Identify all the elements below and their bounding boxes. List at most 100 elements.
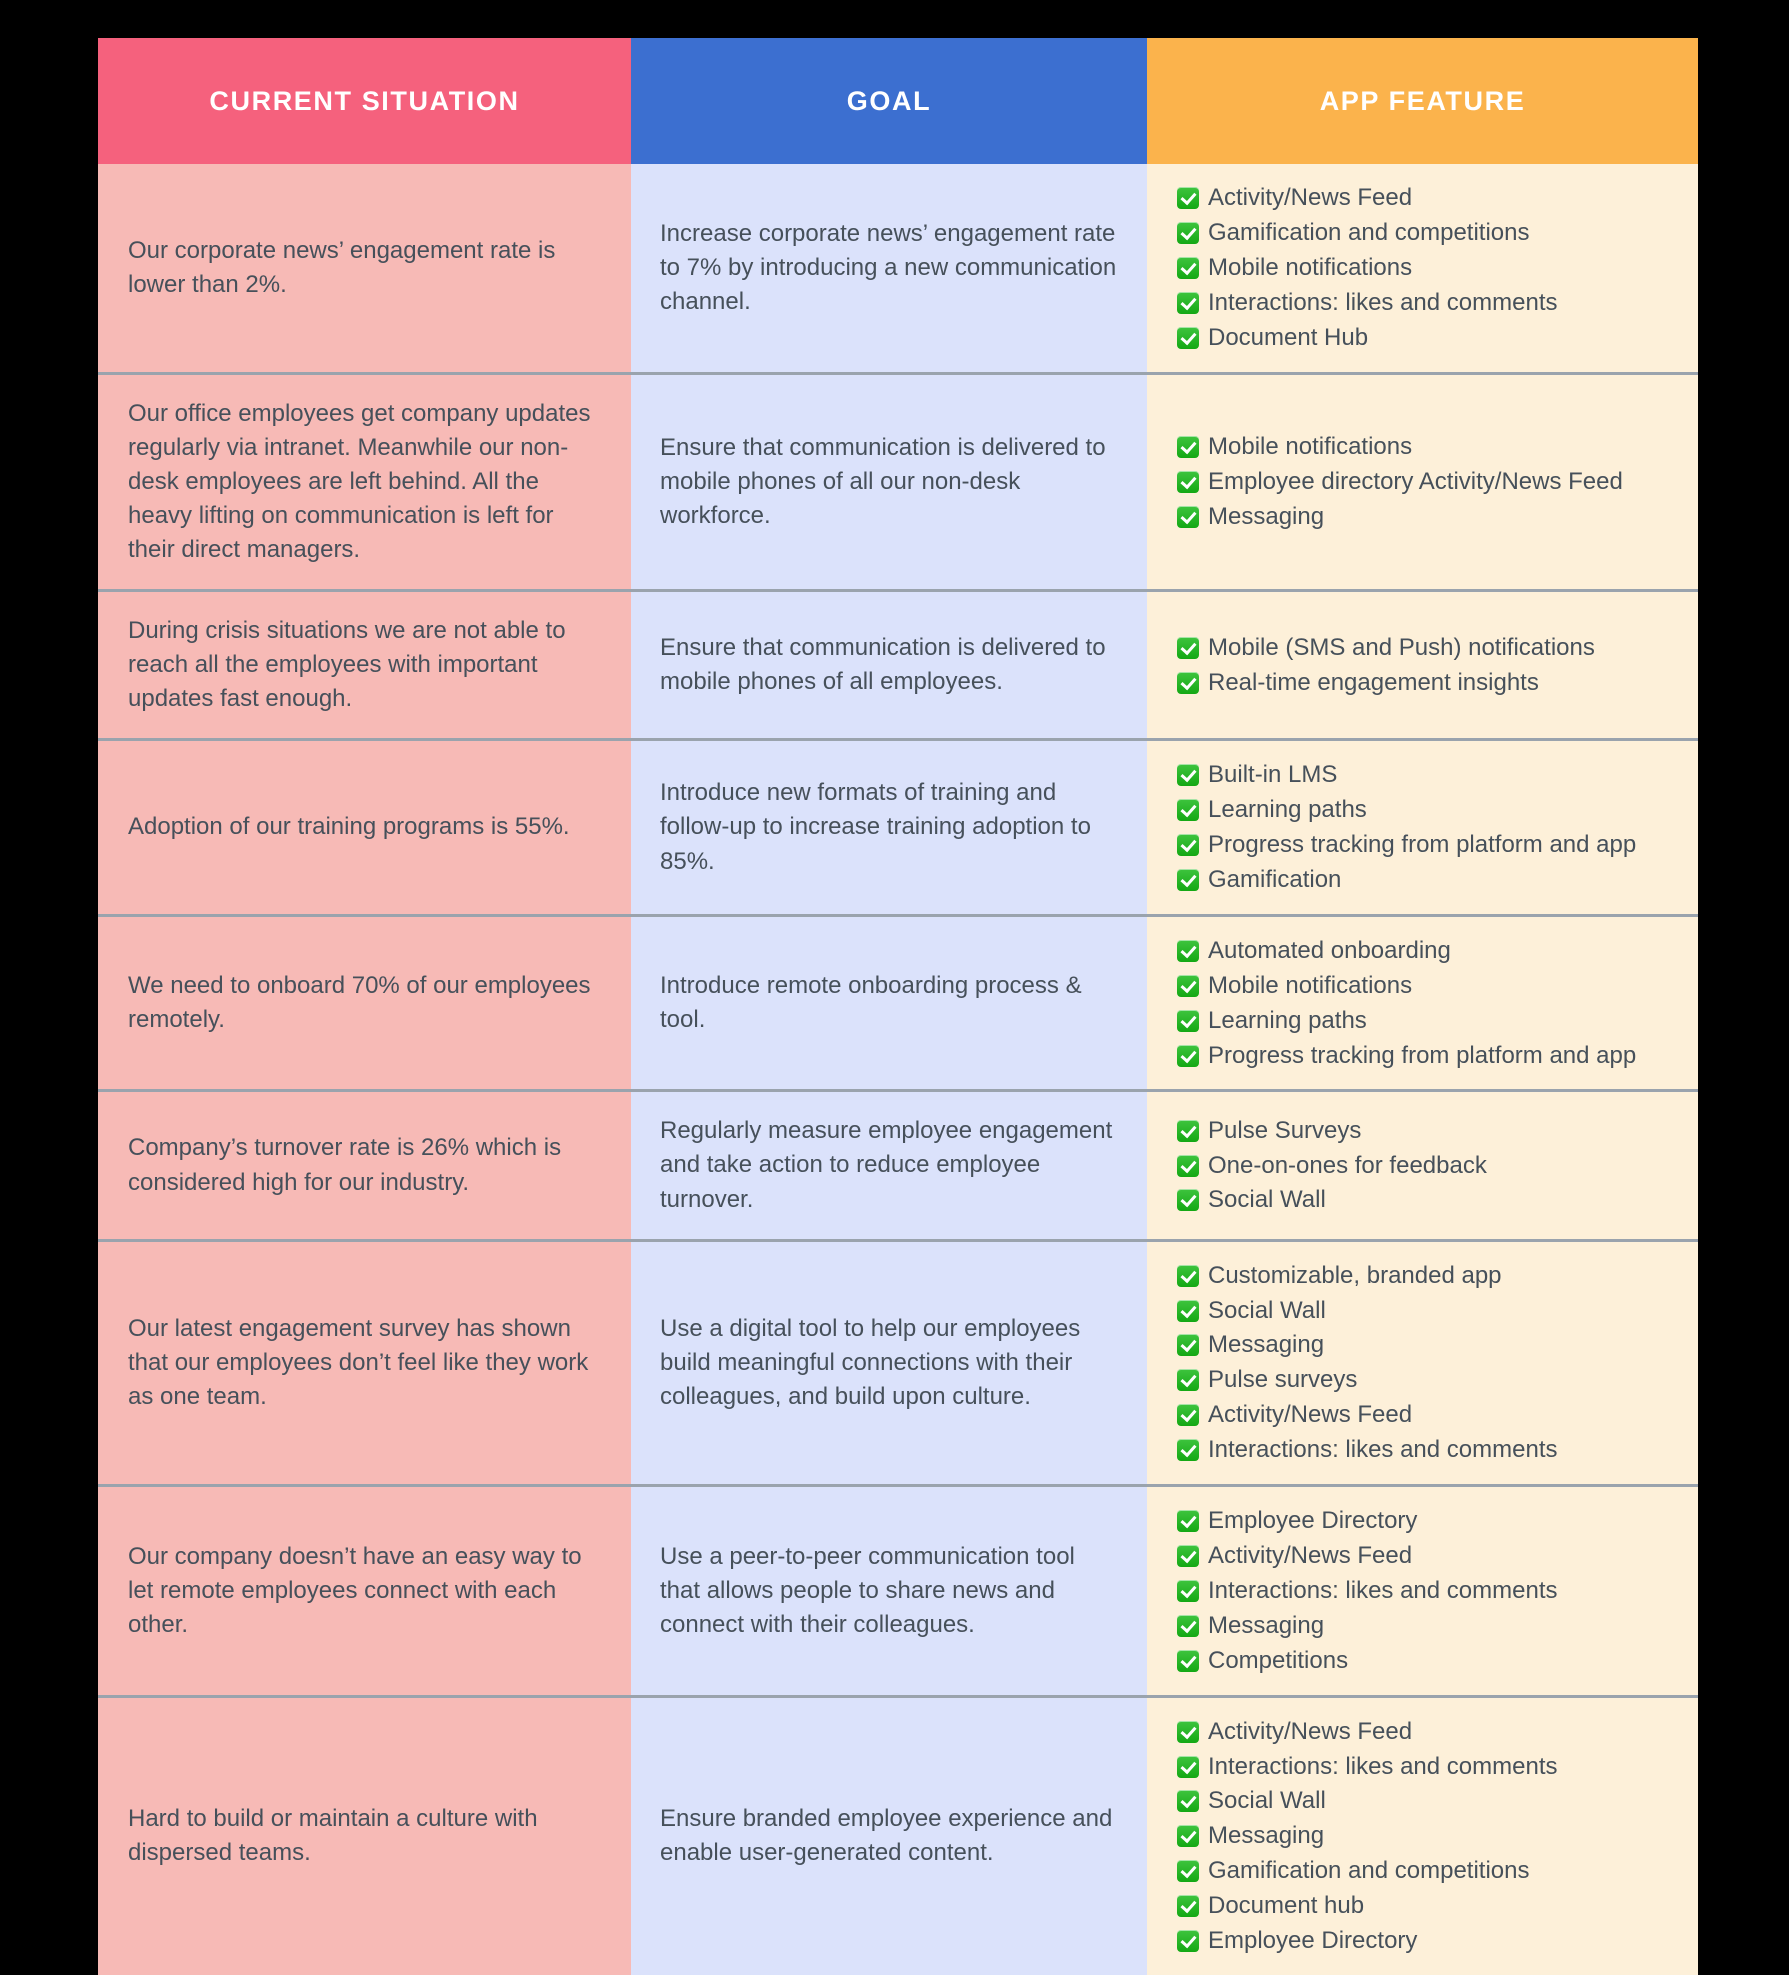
goal-cell: Ensure that communication is delivered t…	[631, 590, 1147, 742]
column-header-app-feature: APP FEATURE	[1147, 38, 1698, 164]
check-mark-icon	[1177, 1189, 1199, 1212]
feature-list: Pulse Surveys One-on-ones for feedback Soc…	[1177, 1115, 1672, 1217]
check-mark-icon	[1177, 1790, 1199, 1813]
goal-cell: Use a digital tool to help our employees…	[631, 1240, 1147, 1488]
table-row: Our latest engagement survey has shown t…	[98, 1240, 1698, 1488]
check-mark-icon	[1177, 636, 1199, 659]
app-feature-cell: Mobile (SMS and Push) notifications Real-…	[1147, 590, 1698, 742]
feature-label: Mobile (SMS and Push) notifications	[1208, 633, 1595, 661]
check-mark-icon	[1177, 221, 1199, 244]
feature-list-item: Learning paths	[1177, 1005, 1672, 1037]
feature-list-item: Real-time engagement insights	[1177, 667, 1672, 699]
check-mark-icon	[1177, 799, 1199, 822]
feature-list-item: Messaging	[1177, 1610, 1672, 1642]
feature-list-item: Gamification and competitions	[1177, 1855, 1672, 1887]
check-mark-icon	[1177, 187, 1199, 209]
comparison-matrix-board: CURRENT SITUATION GOAL APP FEATURE Our c…	[98, 38, 1698, 1975]
feature-label: Employee Directory	[1208, 1927, 1418, 1955]
goal-cell: Ensure that communication is delivered t…	[631, 373, 1147, 592]
check-mark-icon	[1177, 470, 1199, 493]
app-feature-cell: Activity/News Feed Gamification and compe…	[1147, 164, 1698, 375]
current-situation-cell: We need to onboard 70% of our employees …	[98, 915, 631, 1093]
table-row: During crisis situations we are not able…	[98, 590, 1698, 742]
table-body: Our corporate news’ engagement rate is l…	[98, 164, 1698, 1975]
feature-label: Competitions	[1208, 1646, 1349, 1674]
check-mark-icon	[1177, 1860, 1199, 1883]
feature-list-item: Activity/News Feed	[1177, 1716, 1672, 1748]
app-feature-cell: Mobile notifications Employee directory A…	[1147, 373, 1698, 592]
check-mark-icon	[1177, 1649, 1199, 1672]
check-mark-icon	[1177, 326, 1199, 349]
feature-list-item: Interactions: likes and comments	[1177, 287, 1672, 319]
feature-list-item: Interactions: likes and comments	[1177, 1751, 1672, 1783]
feature-label: Learning paths	[1208, 796, 1367, 824]
feature-list-item: Gamification	[1177, 864, 1672, 896]
feature-list-item: Progress tracking from platform and app	[1177, 1040, 1672, 1072]
feature-label: Messaging	[1208, 1611, 1325, 1639]
check-mark-icon	[1177, 833, 1199, 856]
check-mark-icon	[1177, 1825, 1199, 1848]
check-mark-icon	[1177, 1614, 1199, 1637]
app-feature-cell: Customizable, branded app Social Wall Mess…	[1147, 1240, 1698, 1488]
app-feature-cell: Built-in LMS Learning paths Progress track…	[1147, 739, 1698, 917]
feature-label: Interactions: likes and comments	[1208, 1752, 1558, 1780]
feature-list-item: Mobile notifications	[1177, 431, 1672, 463]
table-row: Hard to build or maintain a culture with…	[98, 1696, 1698, 1975]
check-mark-icon	[1177, 1404, 1199, 1427]
feature-label: Built-in LMS	[1208, 761, 1338, 789]
feature-label: Progress tracking from platform and app	[1208, 1041, 1637, 1069]
feature-list: Activity/News Feed Gamification and compe…	[1177, 182, 1672, 354]
goal-cell: Introduce remote onboarding process & to…	[631, 915, 1147, 1093]
feature-list: Customizable, branded app Social Wall Mess…	[1177, 1260, 1672, 1466]
feature-list-item: Built-in LMS	[1177, 759, 1672, 791]
check-mark-icon	[1177, 256, 1199, 279]
feature-list-item: Automated onboarding	[1177, 935, 1672, 967]
current-situation-cell: Adoption of our training programs is 55%…	[98, 739, 631, 917]
feature-label: Mobile notifications	[1208, 432, 1413, 460]
check-mark-icon	[1177, 1510, 1199, 1533]
feature-label: Activity/News Feed	[1208, 184, 1413, 211]
current-situation-cell: During crisis situations we are not able…	[98, 590, 631, 742]
check-mark-icon	[1177, 868, 1199, 891]
feature-list-item: Document Hub	[1177, 322, 1672, 354]
current-situation-cell: Our latest engagement survey has shown t…	[98, 1240, 631, 1488]
column-header-goal: GOAL	[631, 38, 1147, 164]
feature-list: Employee Directory Activity/News Feed Inte…	[1177, 1505, 1672, 1677]
feature-label: Activity/News Feed	[1208, 1717, 1413, 1745]
goal-cell: Increase corporate news’ engagement rate…	[631, 164, 1147, 375]
feature-list-item: Mobile notifications	[1177, 970, 1672, 1002]
goal-cell: Ensure branded employee experience and e…	[631, 1696, 1147, 1975]
app-feature-cell: Pulse Surveys One-on-ones for feedback Soc…	[1147, 1090, 1698, 1242]
feature-list-item: Activity/News Feed	[1177, 182, 1672, 214]
feature-list-item: Pulse Surveys	[1177, 1115, 1672, 1147]
feature-label: Interactions: likes and comments	[1208, 288, 1558, 316]
table-row: Our corporate news’ engagement rate is l…	[98, 164, 1698, 375]
feature-list-item: Pulse surveys	[1177, 1364, 1672, 1396]
check-mark-icon	[1177, 291, 1199, 314]
current-situation-cell: Our company doesn’t have an easy way to …	[98, 1485, 631, 1698]
column-header-current-situation: CURRENT SITUATION	[98, 38, 631, 164]
feature-label: Learning paths	[1208, 1006, 1367, 1034]
header-row: CURRENT SITUATION GOAL APP FEATURE	[98, 38, 1698, 164]
check-mark-icon	[1177, 1930, 1199, 1953]
feature-list-item: Social Wall	[1177, 1785, 1672, 1817]
current-situation-cell: Company’s turnover rate is 26% which is …	[98, 1090, 631, 1242]
check-mark-icon	[1177, 1154, 1199, 1177]
app-feature-cell: Activity/News Feed Interactions: likes an…	[1147, 1696, 1698, 1975]
feature-list-item: Document hub	[1177, 1890, 1672, 1922]
feature-list-item: Gamification and competitions	[1177, 217, 1672, 249]
feature-list: Activity/News Feed Interactions: likes an…	[1177, 1716, 1672, 1957]
check-mark-icon	[1177, 1044, 1199, 1067]
table-header: CURRENT SITUATION GOAL APP FEATURE	[98, 38, 1698, 164]
feature-list-item: Activity/News Feed	[1177, 1399, 1672, 1431]
feature-list-item: Social Wall	[1177, 1295, 1672, 1327]
feature-list-item: Progress tracking from platform and app	[1177, 829, 1672, 861]
feature-list: Mobile (SMS and Push) notifications Real-…	[1177, 632, 1672, 699]
check-mark-icon	[1177, 1755, 1199, 1778]
check-mark-icon	[1177, 1895, 1199, 1918]
goal-cell: Use a peer-to-peer communication tool th…	[631, 1485, 1147, 1698]
goal-cell: Introduce new formats of training and fo…	[631, 739, 1147, 917]
feature-label: Social Wall	[1208, 1787, 1326, 1815]
feature-label: Messaging	[1208, 1822, 1325, 1850]
check-mark-icon	[1177, 939, 1199, 962]
